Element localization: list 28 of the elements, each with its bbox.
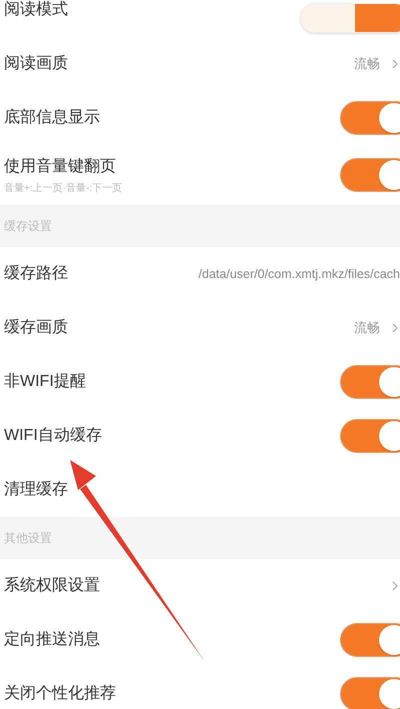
setting-label: 底部信息显示 <box>4 108 100 128</box>
setting-label: 系统权限设置 <box>4 576 100 596</box>
toggle-switch[interactable] <box>340 365 400 399</box>
setting-label: 非WIFI提醒 <box>4 372 86 392</box>
setting-label: 阅读模式 <box>4 0 68 20</box>
section-header: 其他设置 <box>0 517 400 559</box>
setting-label: 清理缓存 <box>4 480 68 500</box>
value-text: 流畅 <box>354 55 380 74</box>
setting-label: 阅读画质 <box>4 54 68 74</box>
toggle-switch[interactable] <box>340 677 400 709</box>
setting-label: 缓存路径 <box>4 264 68 284</box>
setting-label: 关闭个性化推荐 <box>4 684 116 704</box>
setting-label: 使用音量键翻页 <box>4 156 117 176</box>
toggle-switch[interactable] <box>340 101 400 135</box>
chevron-icon <box>392 59 398 69</box>
toggle-switch[interactable] <box>340 158 400 192</box>
toggle-switch[interactable] <box>340 419 400 453</box>
path-text: /data/user/0/com.xmtj.mkz/files/cach <box>198 266 400 283</box>
setting-label: WIFI自动缓存 <box>4 426 102 446</box>
section-header: 缓存设置 <box>0 205 400 247</box>
chevron-icon <box>392 323 398 333</box>
setting-label: 缓存画质 <box>4 318 68 338</box>
setting-hint: 音量+:上一页·音量-:下一页 <box>4 182 122 196</box>
chevron-icon <box>392 581 398 591</box>
setting-label: 定向推送消息 <box>4 630 100 650</box>
toggle-switch[interactable] <box>340 623 400 657</box>
value-text: 流畅 <box>354 319 380 338</box>
mode-switch[interactable] <box>300 3 400 33</box>
